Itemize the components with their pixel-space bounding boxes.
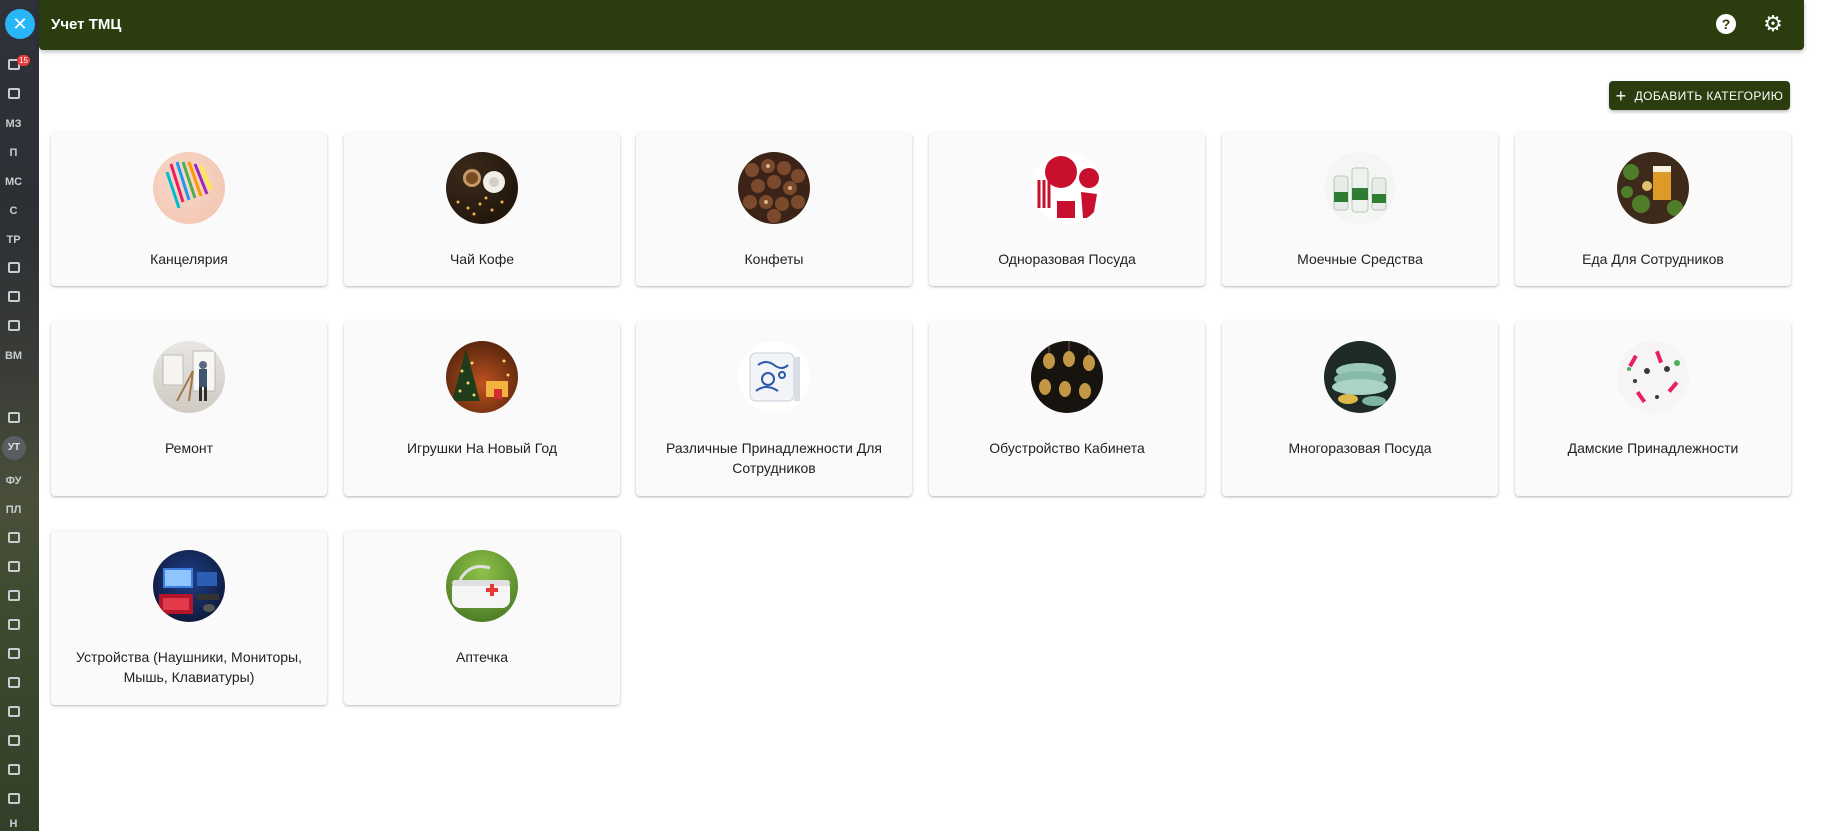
employee-accessories-image xyxy=(738,341,810,413)
office-setup-image xyxy=(1031,341,1103,413)
category-card[interactable]: Чай Кофе xyxy=(344,133,620,286)
category-card[interactable]: Еда Для Сотрудников xyxy=(1515,133,1791,286)
category-label: Аптечка xyxy=(455,649,508,665)
printer-icon[interactable] xyxy=(0,706,27,721)
add-category-label: ДОБАВИТЬ КАТЕГОРИЮ xyxy=(1634,88,1784,103)
calendar-icon[interactable] xyxy=(0,320,27,335)
category-card[interactable]: Дамские Принадлежности xyxy=(1515,322,1791,496)
document-icon[interactable] xyxy=(0,291,27,306)
disposable-tableware-image xyxy=(1031,152,1103,224)
plus-icon: + xyxy=(1615,85,1627,106)
app-header: Учет ТМЦ ? ⚙ xyxy=(39,0,1804,50)
category-label: Устройства (Наушники, Мониторы, Мышь, Кл… xyxy=(76,649,302,685)
cart-icon[interactable] xyxy=(0,590,27,605)
stationery-image xyxy=(153,152,225,224)
users-icon[interactable] xyxy=(0,735,27,750)
category-card[interactable]: Канцелярия xyxy=(51,133,327,286)
category-label: Канцелярия xyxy=(150,251,228,267)
category-label: Моечные Средства xyxy=(1297,251,1423,267)
category-label: Многоразовая Посуда xyxy=(1288,440,1432,456)
help-icon[interactable]: ? xyxy=(1716,14,1736,34)
category-label: Дамские Принадлежности xyxy=(1567,440,1739,456)
category-card[interactable]: Устройства (Наушники, Мониторы, Мышь, Кл… xyxy=(51,531,327,705)
category-label: Различные Принадлежности Для Сотрудников xyxy=(666,440,882,476)
category-label: Одноразовая Посуда xyxy=(998,251,1136,267)
ladies-accessories-image xyxy=(1617,341,1689,413)
category-label: Ремонт xyxy=(164,440,214,456)
category-card[interactable]: Моечные Средства xyxy=(1222,133,1498,286)
first-aid-image xyxy=(446,550,518,622)
box-icon[interactable] xyxy=(0,412,27,427)
rail-item-tr[interactable]: ТР xyxy=(0,233,27,247)
category-label: Обустройство Кабинета xyxy=(989,440,1145,456)
mail-icon[interactable] xyxy=(0,764,27,779)
rail-item-fu[interactable]: ФУ xyxy=(0,474,27,488)
category-card[interactable]: Обустройство Кабинета xyxy=(929,322,1205,496)
rail-item-s[interactable]: С xyxy=(0,204,27,218)
category-label: Игрушки На Новый Год xyxy=(406,440,558,456)
rail-item-n[interactable]: Н xyxy=(0,817,27,831)
category-card[interactable]: Аптечка xyxy=(344,531,620,705)
sliders-icon[interactable] xyxy=(0,648,27,663)
category-card[interactable]: Многоразовая Посуда xyxy=(1222,322,1498,496)
tools-icon[interactable] xyxy=(0,262,27,277)
category-card[interactable]: Одноразовая Посуда xyxy=(929,133,1205,286)
repair-image xyxy=(153,341,225,413)
category-card[interactable]: Конфеты xyxy=(636,133,912,286)
rail-item-pl[interactable]: ПЛ xyxy=(0,503,27,517)
devices-image xyxy=(153,550,225,622)
rail-item-ms[interactable]: МС xyxy=(0,175,27,189)
wrench-icon[interactable] xyxy=(0,561,27,576)
employee-food-image xyxy=(1617,152,1689,224)
reusable-tableware-image xyxy=(1324,341,1396,413)
rail-item-mz[interactable]: МЗ xyxy=(0,117,27,131)
filter-icon[interactable] xyxy=(0,532,27,547)
rail-item-vm[interactable]: ВМ xyxy=(0,349,27,363)
chat-icon[interactable] xyxy=(0,677,27,692)
candies-image xyxy=(738,152,810,224)
notification-badge: 15 xyxy=(17,55,30,66)
gear-icon[interactable]: ⚙ xyxy=(1762,13,1784,35)
page-title: Учет ТМЦ xyxy=(51,16,122,33)
avatar[interactable]: УТ xyxy=(2,436,26,460)
category-card[interactable]: Ремонт xyxy=(51,322,327,496)
new-year-toys-image xyxy=(446,341,518,413)
close-icon[interactable]: ✕ xyxy=(5,9,35,39)
category-label: Конфеты xyxy=(744,251,804,267)
cleaning-products-image xyxy=(1324,152,1396,224)
id-card-icon[interactable] xyxy=(0,88,27,103)
category-card[interactable]: Различные Принадлежности Для Сотрудников xyxy=(636,322,912,496)
building-icon[interactable] xyxy=(0,619,27,634)
category-card[interactable]: Игрушки На Новый Год xyxy=(344,322,620,496)
category-label: Еда Для Сотрудников xyxy=(1582,251,1724,267)
code-icon[interactable] xyxy=(0,793,27,808)
tea-coffee-image xyxy=(446,152,518,224)
category-label: Чай Кофе xyxy=(449,251,515,267)
rail-item-p[interactable]: П xyxy=(0,146,27,160)
side-rail: ✕ 15 МЗ П МС С ТР ВМ УТ ФУ ПЛ Н xyxy=(0,0,39,831)
add-category-button[interactable]: + ДОБАВИТЬ КАТЕГОРИЮ xyxy=(1609,81,1790,110)
